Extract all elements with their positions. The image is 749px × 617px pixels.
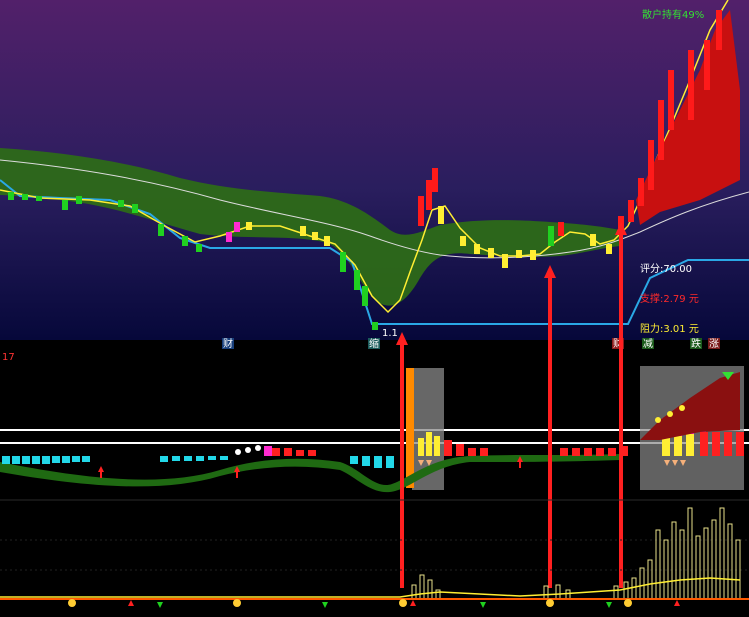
svg-text:财: 财 [223, 337, 233, 350]
resistance-label: 阻力:3.01 元 [640, 322, 699, 335]
indicator-panel-label: 17 [2, 352, 15, 363]
orange-bar [406, 368, 414, 488]
signal-tag-suo: 缩 [368, 337, 380, 350]
signal-tag-die: 跌 [690, 337, 702, 350]
signal-tag-jian: 减 [642, 338, 654, 350]
volume-bars [411, 507, 741, 600]
svg-text:减: 减 [643, 338, 653, 350]
score-label: 评分:70.00 [640, 263, 692, 275]
retail-holding-label: 散户持有49% [642, 8, 704, 21]
volume-panel[interactable] [0, 499, 749, 608]
svg-text:跌: 跌 [691, 337, 701, 350]
svg-text:缩: 缩 [369, 337, 379, 350]
stock-chart: 散户持有49% 评分:70.00 支撑:2.79 元 阻力:3.01 元 1.1… [0, 0, 749, 608]
price-panel[interactable]: 散户持有49% 评分:70.00 支撑:2.79 元 阻力:3.01 元 1.1… [0, 0, 749, 350]
dollar-coin-icon [68, 599, 632, 607]
svg-text:涨: 涨 [709, 338, 719, 350]
signal-tag-cai-1: 财 [222, 337, 234, 350]
volume-ma-line [0, 577, 741, 598]
signal-tag-zhang: 涨 [708, 338, 720, 350]
low-marker-label: 1.1 [382, 328, 398, 339]
support-label: 支撑:2.79 元 [640, 292, 699, 305]
arrow-down-icon [157, 602, 612, 608]
